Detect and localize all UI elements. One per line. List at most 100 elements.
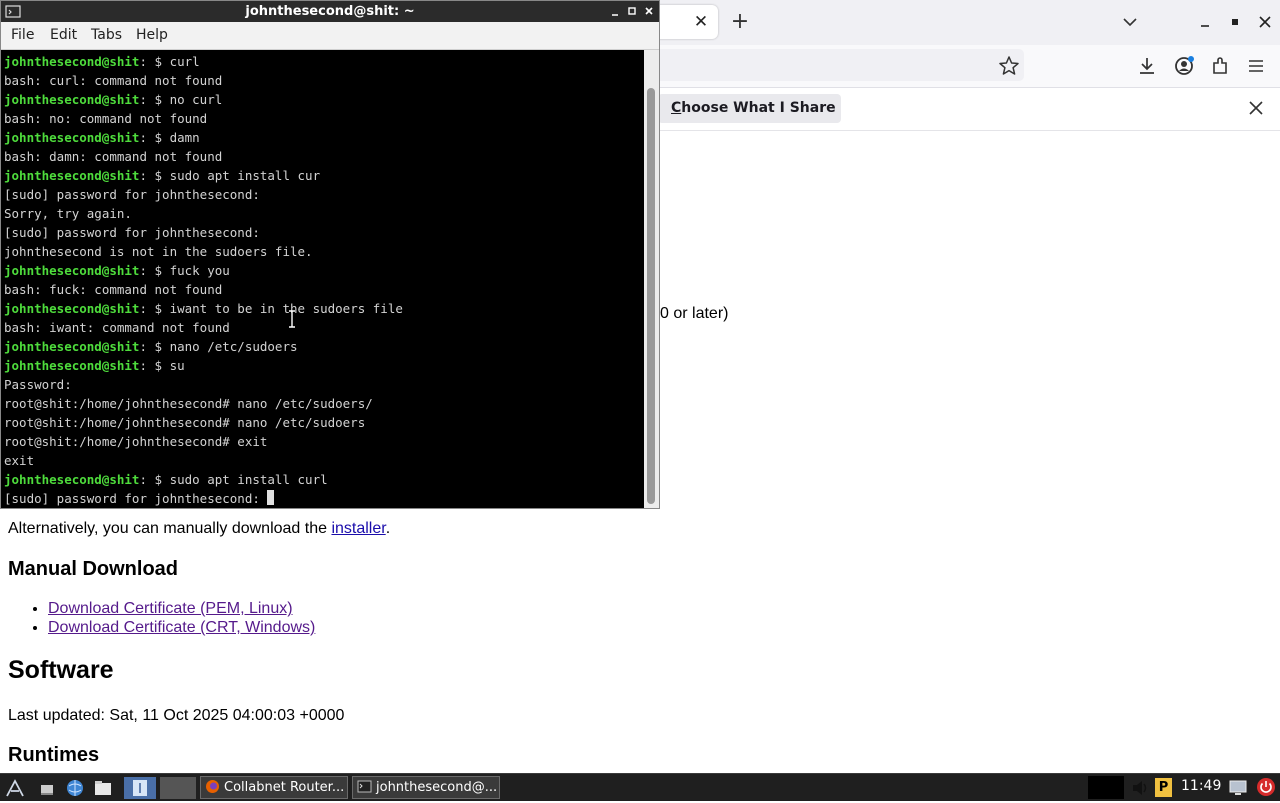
terminal-close-icon[interactable] bbox=[641, 3, 657, 20]
terminal-prompt: johnthesecond@shit bbox=[4, 54, 140, 69]
terminal-line: johnthesecond@shit: $ curl bbox=[4, 52, 644, 71]
terminal-line: [sudo] password for johnthesecond: bbox=[4, 185, 644, 204]
terminal-line: root@shit:/home/johnthesecond# nano /etc… bbox=[4, 413, 644, 432]
extensions-icon[interactable] bbox=[1207, 54, 1233, 78]
terminal-prompt-suffix: : $ bbox=[139, 168, 170, 183]
network-icon[interactable] bbox=[1228, 778, 1248, 797]
terminal-prompt-suffix: : $ bbox=[139, 92, 170, 107]
terminal-line-text: fuck you bbox=[169, 263, 230, 278]
terminal-titlebar[interactable]: johnthesecond@shit: ~ bbox=[1, 1, 659, 22]
choose-button-label: hoose What I Share bbox=[681, 100, 836, 116]
workspace-switcher[interactable] bbox=[160, 777, 196, 799]
taskbar: Collabnet Router... johnthesecond@... P … bbox=[0, 773, 1280, 801]
list-item: Download Certificate (CRT, Windows) bbox=[48, 618, 315, 637]
tab-close-icon[interactable]: ✕ bbox=[690, 11, 712, 33]
minimize-icon[interactable] bbox=[1192, 9, 1218, 35]
terminal-prompt-suffix: : $ bbox=[139, 130, 170, 145]
menu-file[interactable]: File bbox=[11, 22, 34, 49]
terminal-menubar: File Edit Tabs Help bbox=[1, 22, 659, 50]
terminal-line-text: su bbox=[169, 358, 185, 373]
terminal-prompt: johnthesecond@shit bbox=[4, 263, 140, 278]
terminal-cursor bbox=[267, 490, 275, 505]
terminal-line: johnthesecond@shit: $ no curl bbox=[4, 90, 644, 109]
terminal-title: johnthesecond@shit: ~ bbox=[245, 4, 415, 19]
show-desktop-icon[interactable] bbox=[36, 777, 58, 799]
terminal-line-text: sudo apt install cur bbox=[169, 168, 321, 183]
hamburger-menu-icon[interactable] bbox=[1243, 54, 1269, 78]
terminal-prompt: johnthesecond@shit bbox=[4, 472, 140, 487]
tray-p-icon[interactable]: P bbox=[1155, 778, 1172, 797]
terminal-line-text: [sudo] password for johnthesecond: bbox=[4, 491, 268, 506]
terminal-line: johnthesecond@shit: $ damn bbox=[4, 128, 644, 147]
bookmark-star-icon[interactable] bbox=[996, 54, 1022, 78]
terminal-line-text: root@shit:/home/johnthesecond# nano /etc… bbox=[4, 396, 373, 411]
terminal-prompt-suffix: : $ bbox=[139, 301, 170, 316]
terminal-prompt: johnthesecond@shit bbox=[4, 339, 140, 354]
account-icon[interactable] bbox=[1171, 54, 1197, 78]
terminal-line-text: johnthesecond is not in the sudoers file… bbox=[4, 244, 313, 259]
last-updated-text: Last updated: Sat, 11 Oct 2025 04:00:03 … bbox=[8, 707, 345, 724]
terminal-line: [sudo] password for johnthesecond: bbox=[4, 223, 644, 242]
start-menu-icon[interactable] bbox=[4, 777, 26, 799]
text-cursor-icon bbox=[287, 310, 297, 328]
clock[interactable]: 11:49 bbox=[1181, 774, 1221, 799]
taskbar-browser-button[interactable]: Collabnet Router... bbox=[200, 776, 348, 799]
alt-text-before: Alternatively, you can manually download… bbox=[8, 520, 332, 537]
terminal-prompt: johnthesecond@shit bbox=[4, 130, 140, 145]
terminal-maximize-icon[interactable] bbox=[624, 3, 640, 20]
terminal-prompt-suffix: : $ bbox=[139, 358, 170, 373]
url-bar[interactable] bbox=[600, 49, 1024, 81]
terminal-line: johnthesecond@shit: $ su bbox=[4, 356, 644, 375]
terminal-line-text: bash: iwant: command not found bbox=[4, 320, 230, 335]
terminal-line: johnthesecond@shit: $ nano /etc/sudoers bbox=[4, 337, 644, 356]
firefox-icon bbox=[205, 779, 220, 794]
terminal-prompt-suffix: : $ bbox=[139, 263, 170, 278]
terminal-line: johnthesecond@shit: $ iwant to be in the… bbox=[4, 299, 644, 318]
power-icon[interactable] bbox=[1256, 777, 1276, 797]
window-close-icon[interactable] bbox=[1252, 9, 1278, 35]
terminal-line: bash: curl: command not found bbox=[4, 71, 644, 90]
download-crt-link[interactable]: Download Certificate (CRT, Windows) bbox=[48, 619, 315, 636]
terminal-line: johnthesecond@shit: $ sudo apt install c… bbox=[4, 470, 644, 489]
installer-link[interactable]: installer bbox=[331, 520, 385, 537]
terminal-scrollbar[interactable] bbox=[644, 50, 659, 508]
terminal-line: exit bbox=[4, 451, 644, 470]
tab-list-chevron-icon[interactable] bbox=[1118, 9, 1142, 35]
web-browser-launcher-icon[interactable] bbox=[64, 777, 86, 799]
terminal-line: [sudo] password for johnthesecond: bbox=[4, 489, 644, 508]
alt-text-after: . bbox=[385, 520, 391, 537]
terminal-line-text: Password: bbox=[4, 377, 72, 392]
tray-applet[interactable] bbox=[1088, 776, 1124, 799]
runtimes-heading: Runtimes bbox=[8, 744, 100, 766]
terminal-line: root@shit:/home/johnthesecond# nano /etc… bbox=[4, 394, 644, 413]
choose-what-i-share-button[interactable]: Choose What I Share bbox=[658, 94, 841, 123]
software-heading: Software bbox=[8, 656, 114, 684]
terminal-line-text: bash: fuck: command not found bbox=[4, 282, 223, 297]
taskbar-terminal-button[interactable]: johnthesecond@... bbox=[352, 776, 500, 799]
maximize-icon[interactable] bbox=[1222, 9, 1248, 35]
terminal-line-text: [sudo] password for johnthesecond: bbox=[4, 225, 260, 240]
volume-icon[interactable] bbox=[1130, 778, 1152, 798]
terminal-output[interactable]: johnthesecond@shit: $ curl bash: curl: co… bbox=[4, 52, 644, 508]
download-pem-link[interactable]: Download Certificate (PEM, Linux) bbox=[48, 600, 293, 617]
menu-edit[interactable]: Edit bbox=[50, 22, 77, 49]
app-launcher-icon[interactable] bbox=[124, 777, 156, 799]
notification-close-icon[interactable] bbox=[1244, 96, 1268, 120]
new-tab-button[interactable]: + bbox=[728, 9, 752, 35]
scrollbar-thumb[interactable] bbox=[647, 88, 655, 504]
menu-tabs[interactable]: Tabs bbox=[91, 22, 122, 49]
terminal-minimize-icon[interactable] bbox=[607, 3, 623, 20]
terminal-prompt: johnthesecond@shit bbox=[4, 92, 140, 107]
terminal-line-text: nano /etc/sudoers bbox=[169, 339, 298, 354]
terminal-line-text: bash: no: command not found bbox=[4, 111, 208, 126]
taskbar-browser-label: Collabnet Router... bbox=[224, 780, 345, 795]
manual-download-heading: Manual Download bbox=[8, 558, 178, 580]
downloads-icon[interactable] bbox=[1134, 54, 1160, 78]
file-manager-launcher-icon[interactable] bbox=[92, 777, 114, 799]
menu-help[interactable]: Help bbox=[136, 22, 168, 49]
terminal-window[interactable]: johnthesecond@shit: ~ File Edit Tabs Hel… bbox=[0, 0, 660, 509]
terminal-app-icon[interactable] bbox=[5, 4, 21, 19]
terminal-line: Sorry, try again. bbox=[4, 204, 644, 223]
terminal-line-text: root@shit:/home/johnthesecond# exit bbox=[4, 434, 268, 449]
terminal-line-text: curl bbox=[169, 54, 200, 69]
